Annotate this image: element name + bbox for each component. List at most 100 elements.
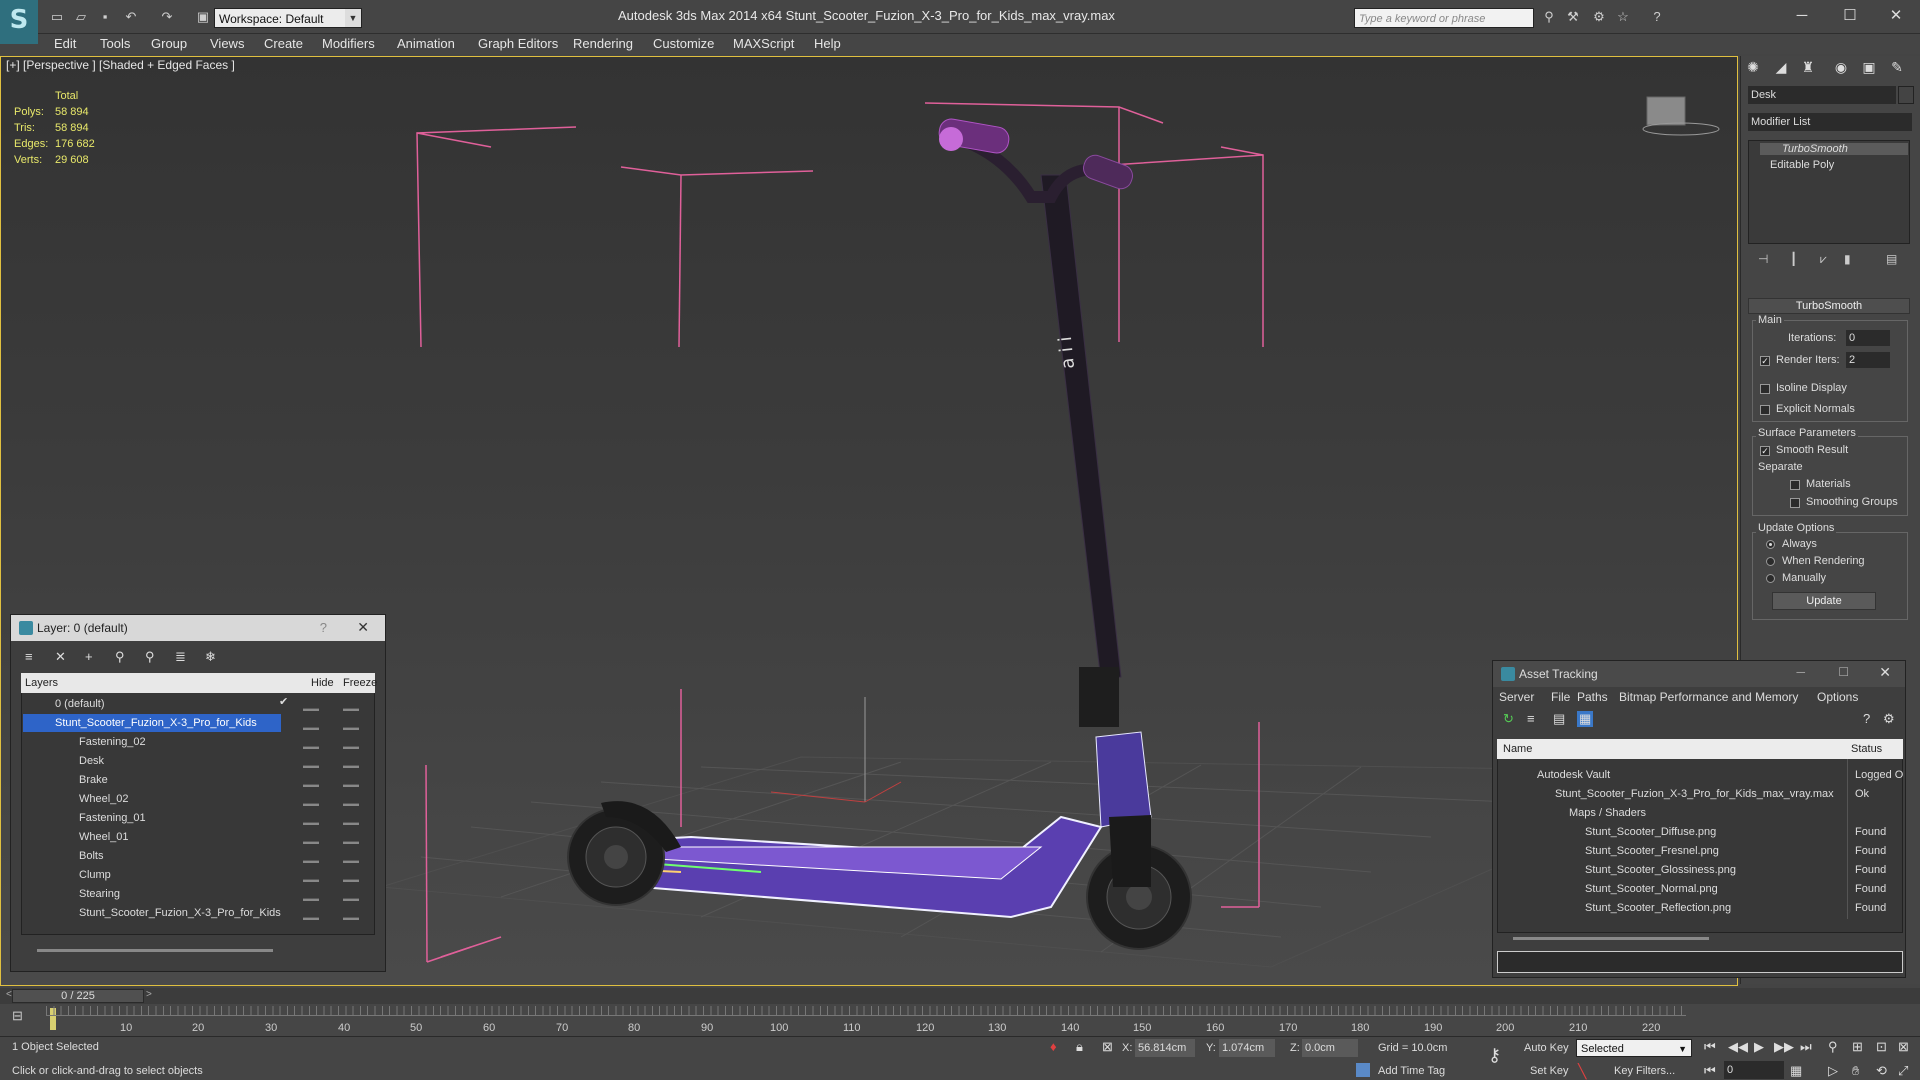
delete-layer-icon[interactable]: ✕ bbox=[55, 649, 66, 665]
layer-row[interactable]: 0 (default) bbox=[31, 695, 105, 713]
materials-checkbox[interactable] bbox=[1790, 480, 1800, 490]
maximize-button[interactable]: ☐ bbox=[1838, 665, 1849, 679]
always-radio[interactable] bbox=[1766, 540, 1775, 549]
object-name-field[interactable]: Desk bbox=[1748, 86, 1896, 104]
favorites-icon[interactable]: ☆ bbox=[1614, 8, 1632, 26]
key-selection-dropdown[interactable]: Selected ▼ bbox=[1576, 1039, 1692, 1057]
zoom-extents-all-icon[interactable]: ⊠ bbox=[1898, 1039, 1909, 1055]
object-row[interactable]: Brake bbox=[31, 771, 108, 789]
track-bar[interactable]: ⊟ 10 20 30 40 50 60 70 80 90 100 110 120… bbox=[0, 1004, 1920, 1036]
add-to-layer-icon[interactable]: + bbox=[85, 649, 93, 664]
set-key-button[interactable]: Set Key bbox=[1530, 1065, 1569, 1077]
time-config-icon[interactable]: ▦ bbox=[1790, 1063, 1802, 1079]
asset-row[interactable]: Stunt_Scooter_Normal.png bbox=[1497, 880, 1718, 898]
list-view-icon[interactable]: ≡ bbox=[1527, 711, 1535, 726]
update-button[interactable]: Update bbox=[1772, 592, 1876, 610]
x-coordinate-field[interactable]: 56.814cm bbox=[1135, 1039, 1195, 1057]
key-filters-button[interactable]: Key Filters... bbox=[1614, 1065, 1675, 1077]
absolute-mode-icon[interactable]: ⊠ bbox=[1102, 1039, 1113, 1055]
modifier-list-dropdown[interactable]: Modifier List bbox=[1748, 113, 1912, 131]
isolate-selection-icon[interactable]: ♦ bbox=[1050, 1039, 1057, 1054]
smoothing-groups-checkbox[interactable] bbox=[1790, 498, 1800, 508]
highlight-layer-icon[interactable]: ⚲ bbox=[145, 649, 155, 665]
app-logo-icon[interactable]: S bbox=[0, 0, 38, 44]
minimize-button[interactable]: ─ bbox=[1780, 4, 1824, 28]
render-iters-spinner[interactable]: 2 bbox=[1846, 352, 1890, 368]
previous-frame-icon[interactable]: ◀◀ bbox=[1728, 1039, 1748, 1055]
col-status[interactable]: Status bbox=[1851, 739, 1882, 759]
utilities-tab-icon[interactable]: ✎ bbox=[1886, 56, 1908, 78]
viewcube[interactable] bbox=[1642, 96, 1720, 136]
object-row[interactable]: Desk bbox=[31, 752, 104, 770]
col-hide[interactable]: Hide bbox=[311, 673, 334, 693]
set-key-icon[interactable]: ╲ bbox=[1578, 1063, 1586, 1080]
new-file-icon[interactable]: ▭ bbox=[48, 8, 66, 26]
modifier-stack[interactable] bbox=[1748, 140, 1910, 244]
open-file-icon[interactable]: ▱ bbox=[72, 8, 90, 26]
object-row[interactable]: Fastening_01 bbox=[31, 809, 146, 827]
hide-column-toggles[interactable]: ▬▬ ▬▬ ▬▬ ▬▬ ▬▬ ▬▬ ▬▬ ▬▬ ▬▬ ▬▬ ▬▬ ▬▬ bbox=[303, 699, 319, 927]
configure-sets-icon[interactable]: ▤ bbox=[1886, 252, 1897, 266]
stack-item-editable-poly[interactable]: Editable Poly bbox=[1760, 159, 1834, 171]
object-row[interactable]: Fastening_02 bbox=[31, 733, 146, 751]
menu-modifiers[interactable]: Modifiers bbox=[322, 36, 375, 51]
explicit-normals-checkbox[interactable] bbox=[1760, 405, 1770, 415]
hierarchy-tab-icon[interactable]: ♜ bbox=[1797, 56, 1819, 78]
set-key-mode-icon[interactable]: ⚷ bbox=[1488, 1045, 1501, 1066]
menu-maxscript[interactable]: MAXScript bbox=[733, 36, 794, 51]
horizontal-scrollbar[interactable] bbox=[1513, 937, 1709, 940]
menu-graph-editors[interactable]: Graph Editors bbox=[478, 36, 558, 51]
close-button[interactable]: ✕ bbox=[357, 619, 369, 636]
menu-file[interactable]: File bbox=[1551, 690, 1570, 704]
minimize-button[interactable]: ─ bbox=[1796, 665, 1805, 679]
selection-lock-icon[interactable]: 🔒︎ bbox=[1076, 1039, 1083, 1055]
subscription-icon[interactable]: ⚒ bbox=[1564, 8, 1582, 26]
menu-paths[interactable]: Paths bbox=[1577, 690, 1608, 704]
object-row[interactable]: Bolts bbox=[31, 847, 103, 865]
asset-row[interactable]: Stunt_Scooter_Reflection.png bbox=[1497, 899, 1731, 917]
close-button[interactable]: ✕ bbox=[1879, 664, 1891, 681]
menu-group[interactable]: Group bbox=[151, 36, 187, 51]
menu-create[interactable]: Create bbox=[264, 36, 303, 51]
menu-views[interactable]: Views bbox=[210, 36, 244, 51]
menu-edit[interactable]: Edit bbox=[54, 36, 76, 51]
object-row[interactable]: Stearing bbox=[31, 885, 120, 903]
zoom-icon[interactable]: ⚲ bbox=[1828, 1039, 1838, 1055]
menu-options[interactable]: Options bbox=[1817, 690, 1858, 704]
when-rendering-radio[interactable] bbox=[1766, 557, 1775, 566]
object-row[interactable]: Stunt_Scooter_Fuzion_X-3_Pro_for_Kids bbox=[31, 904, 281, 922]
viewport-label[interactable]: [+] [Perspective ] [Shaded + Edged Faces… bbox=[6, 58, 235, 72]
asset-path-field[interactable] bbox=[1497, 951, 1903, 973]
search-input[interactable]: Type a keyword or phrase bbox=[1354, 8, 1534, 28]
show-end-result-icon[interactable]: ┃ bbox=[1790, 252, 1797, 266]
maximize-viewport-icon[interactable]: ⤢ bbox=[1898, 1063, 1908, 1079]
save-icon[interactable]: ▪ bbox=[96, 8, 114, 26]
modify-tab-icon[interactable]: ◢ bbox=[1770, 56, 1792, 78]
time-next-arrow-icon[interactable]: > bbox=[146, 989, 152, 1000]
time-slider-thumb[interactable]: 0 / 225 bbox=[12, 989, 144, 1003]
smooth-result-checkbox[interactable]: ✓ bbox=[1760, 446, 1770, 456]
add-time-tag-button[interactable]: Add Time Tag bbox=[1378, 1065, 1445, 1077]
col-layers[interactable]: Layers bbox=[25, 673, 58, 693]
object-row[interactable]: Clump bbox=[31, 866, 111, 884]
menu-customize[interactable]: Customize bbox=[653, 36, 714, 51]
close-button[interactable]: ✕ bbox=[1874, 4, 1918, 28]
table-view-icon[interactable]: ▦ bbox=[1577, 711, 1594, 727]
go-to-start-icon[interactable]: ⏮ bbox=[1704, 1039, 1716, 1055]
stack-item-turbosmooth[interactable]: TurboSmooth bbox=[1760, 143, 1908, 155]
motion-tab-icon[interactable]: ◉ bbox=[1830, 56, 1852, 78]
select-objects-icon[interactable]: ⚲ bbox=[115, 649, 125, 665]
asset-row[interactable]: Maps / Shaders bbox=[1497, 804, 1646, 822]
workspace-dropdown[interactable]: Workspace: Default ▼ bbox=[214, 8, 362, 28]
asset-row[interactable]: Stunt_Scooter_Diffuse.png bbox=[1497, 823, 1716, 841]
help-icon[interactable]: ? bbox=[1648, 8, 1666, 26]
pan-view-icon[interactable]: ✋︎ bbox=[1852, 1063, 1859, 1079]
freeze-all-icon[interactable]: ❄ bbox=[205, 649, 216, 665]
object-color-swatch[interactable] bbox=[1898, 86, 1914, 104]
render-iters-checkbox[interactable]: ✓ bbox=[1760, 356, 1770, 366]
menu-tools[interactable]: Tools bbox=[100, 36, 130, 51]
create-tab-icon[interactable]: ✺ bbox=[1742, 56, 1764, 78]
detail-view-icon[interactable]: ▤ bbox=[1553, 711, 1565, 727]
new-layer-icon[interactable]: ≡ bbox=[25, 649, 33, 664]
current-frame-field[interactable]: 0 bbox=[1724, 1061, 1784, 1079]
